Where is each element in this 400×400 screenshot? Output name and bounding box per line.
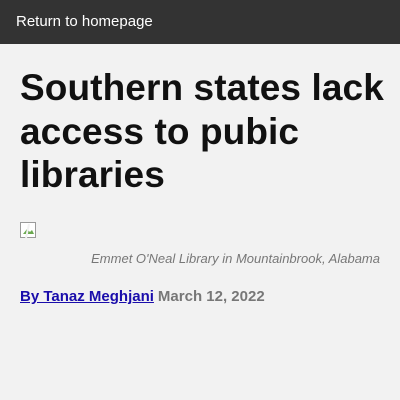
broken-image-icon <box>20 222 36 238</box>
article: Southern states lack access to pubic lib… <box>20 66 385 305</box>
publish-date: March 12, 2022 <box>157 288 265 305</box>
return-home-link[interactable]: Return to homepage <box>16 13 153 31</box>
top-navigation-bar: Return to homepage <box>0 0 400 44</box>
image-caption: Emmet O'Neal Library in Mountainbrook, A… <box>91 251 380 266</box>
article-title: Southern states lack access to pubic lib… <box>20 67 384 195</box>
byline: By Tanaz Meghjani March 12, 2022 <box>20 288 265 306</box>
author-link[interactable]: By Tanaz Meghjani <box>20 288 154 305</box>
